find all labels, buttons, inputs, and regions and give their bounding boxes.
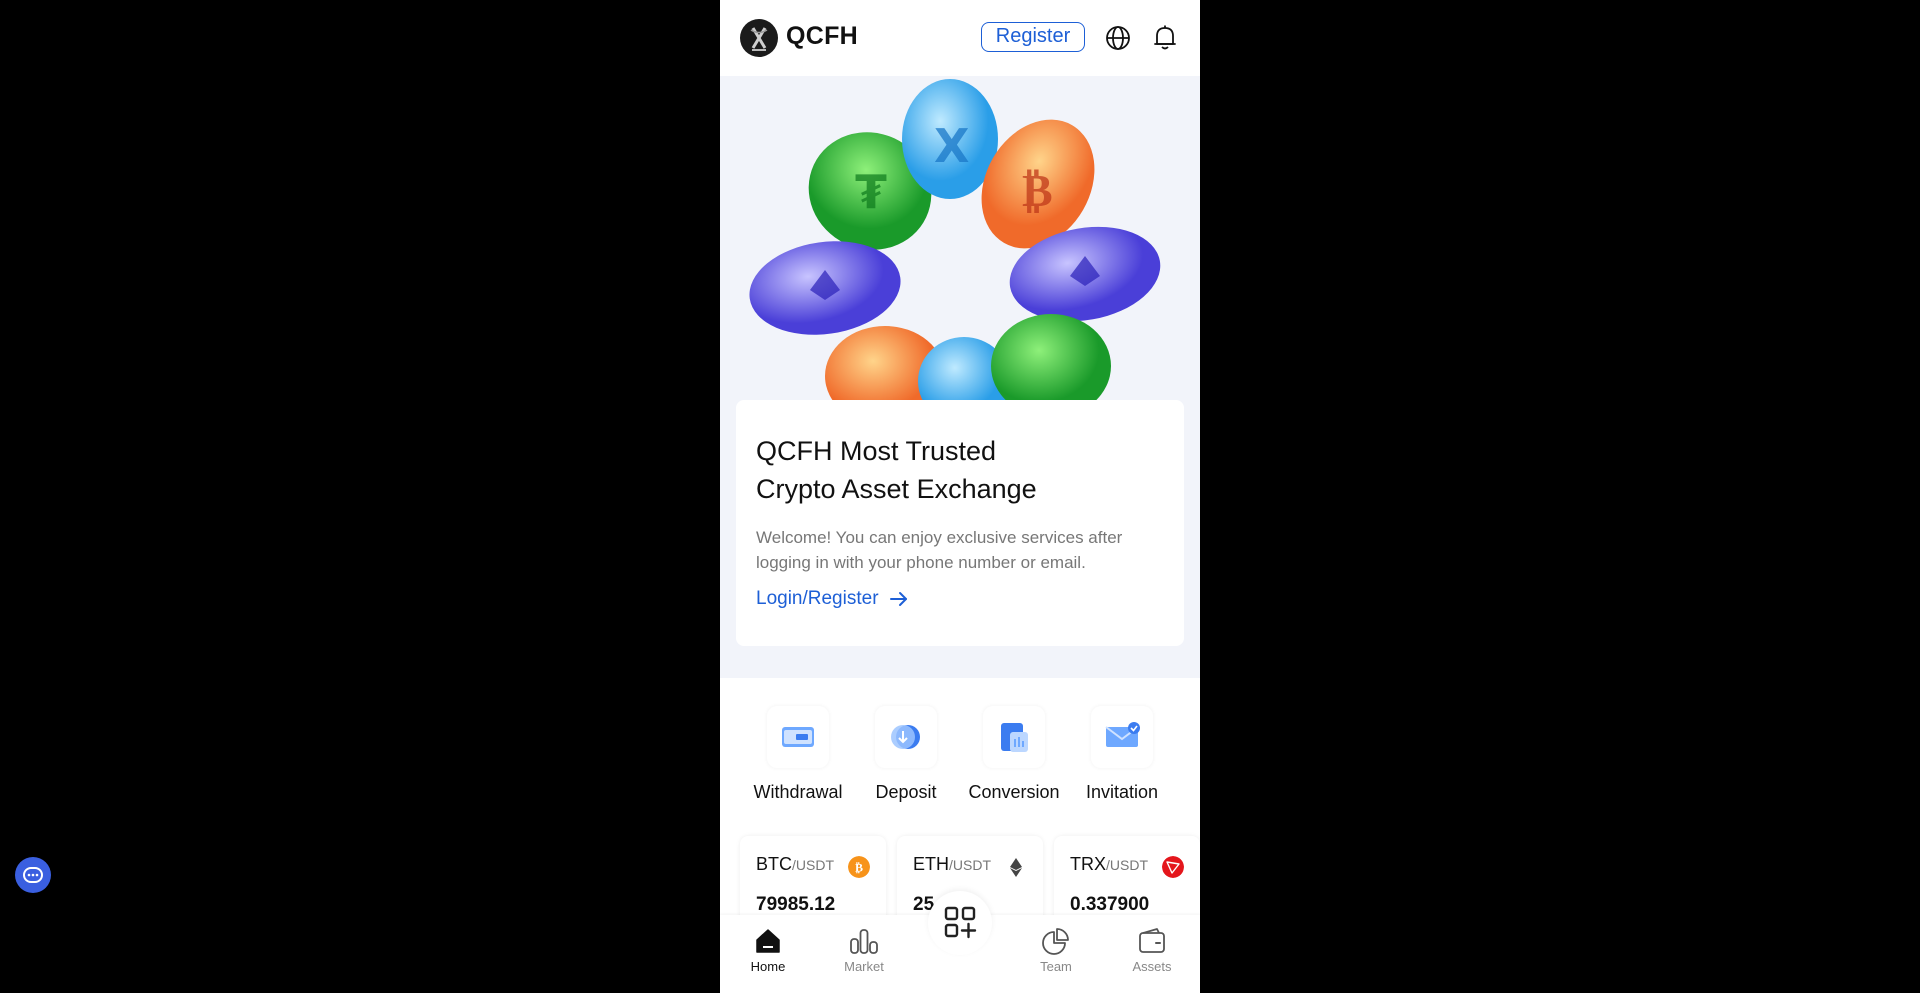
nav-team-label: Team xyxy=(1040,959,1072,974)
invitation-icon xyxy=(1091,706,1153,768)
pair-name: ETH/USDT xyxy=(913,854,991,874)
home-icon xyxy=(756,929,780,953)
team-icon xyxy=(1042,928,1069,955)
nav-market[interactable]: Market xyxy=(824,927,904,974)
svg-text:₿: ₿ xyxy=(1022,163,1053,217)
login-register-label[interactable]: Login/Register xyxy=(756,588,879,610)
conversion-label: Conversion xyxy=(968,782,1060,802)
btc-icon: ₿ xyxy=(848,856,870,878)
trx-icon xyxy=(1162,856,1184,878)
quick-actions: Withdrawal Deposit Conversion Invitation xyxy=(720,706,1200,806)
conversion-icon xyxy=(983,706,1045,768)
pair-name: BTC/USDT xyxy=(756,854,834,874)
nav-assets-label: Assets xyxy=(1132,959,1172,974)
bell-icon[interactable] xyxy=(1152,24,1178,52)
conversion-action[interactable]: Conversion xyxy=(964,706,1064,803)
svg-text:₿: ₿ xyxy=(855,861,863,875)
invitation-label: Invitation xyxy=(1085,782,1159,802)
login-register-link[interactable]: Login/Register xyxy=(756,588,909,610)
deposit-label: Deposit xyxy=(875,782,937,802)
nav-assets[interactable]: Assets xyxy=(1112,927,1192,974)
market-icon xyxy=(850,929,878,954)
deposit-icon xyxy=(875,706,937,768)
withdrawal-icon xyxy=(767,706,829,768)
globe-icon[interactable] xyxy=(1105,25,1131,51)
chat-support-button[interactable] xyxy=(15,857,51,893)
price-value: 79985.12 xyxy=(756,894,836,915)
withdrawal-label: Withdrawal xyxy=(753,782,843,802)
chat-icon xyxy=(23,867,43,883)
welcome-card: QCFH Most Trusted Crypto Asset Exchange … xyxy=(736,400,1184,646)
apps-grid-icon xyxy=(944,906,977,939)
nav-home-label: Home xyxy=(750,959,786,974)
deposit-action[interactable]: Deposit xyxy=(856,706,956,803)
hero-title: QCFH Most Trusted Crypto Asset Exchange xyxy=(756,436,1037,504)
crypto-coins-illustration: ₮ X ₿ xyxy=(720,76,1200,400)
wallet-icon xyxy=(1139,928,1165,953)
nav-home[interactable]: Home xyxy=(728,927,808,974)
bottom-navigation: Home Market Team Assets xyxy=(720,891,1200,993)
invitation-action[interactable]: Invitation xyxy=(1072,706,1172,803)
brand-name: QCFH xyxy=(786,22,859,50)
price-value: 0.337900 xyxy=(1070,894,1150,915)
register-button[interactable]: Register xyxy=(981,22,1085,52)
top-bar: QCFH Register xyxy=(720,0,1200,76)
nav-team[interactable]: Team xyxy=(1016,927,1096,974)
apps-button[interactable] xyxy=(928,891,992,955)
logo-icon xyxy=(740,19,778,57)
app-screen: QCFH Register ₮ X ₿ QCFH Most Trusted Cr… xyxy=(720,0,1200,993)
withdrawal-action[interactable]: Withdrawal xyxy=(748,706,848,803)
hero-description: Welcome! You can enjoy exclusive service… xyxy=(756,528,1123,572)
arrow-right-icon xyxy=(889,592,907,606)
eth-icon xyxy=(1010,858,1022,877)
svg-text:₮: ₮ xyxy=(855,165,887,219)
svg-text:X: X xyxy=(934,119,969,173)
hero-section: ₮ X ₿ QCFH Most Trusted Crypto Asset Exc… xyxy=(720,76,1200,678)
pair-name: TRX/USDT xyxy=(1070,854,1148,874)
nav-market-label: Market xyxy=(844,959,884,974)
